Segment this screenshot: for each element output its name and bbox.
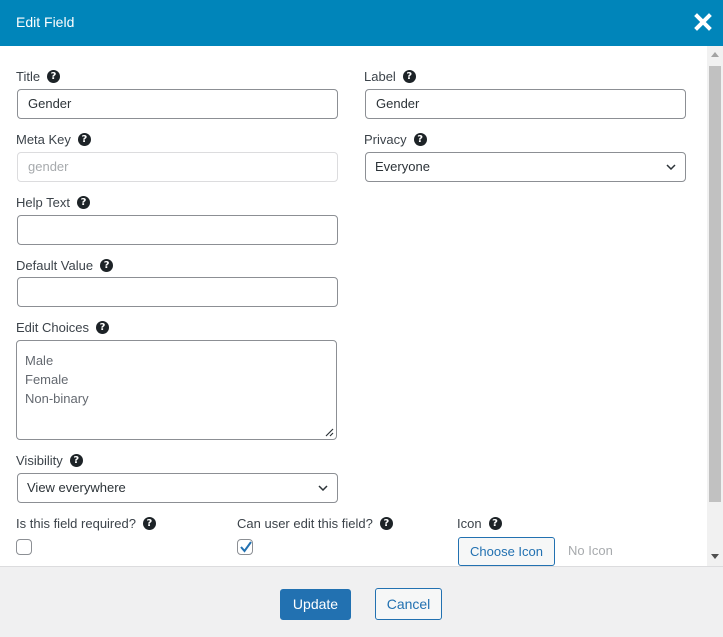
help-icon[interactable]: ? [69, 454, 83, 467]
help-icon[interactable]: ? [100, 259, 114, 272]
edit-choices-label: Edit Choices ? [16, 320, 109, 335]
meta-key-input: gender [17, 152, 338, 182]
choice-line: Male [25, 353, 54, 368]
default-value-label: Default Value ? [16, 258, 114, 273]
required-label-text: Is this field required? [16, 516, 136, 531]
dialog-header: Edit Field [0, 0, 723, 46]
dialog-body: Title ? Gender Label ? Gender Meta Key ?… [0, 46, 723, 566]
chevron-down-icon [318, 485, 328, 491]
help-text-label: Help Text ? [16, 195, 90, 210]
edit-field-dialog: Edit Field Title ? Gender Label ? Gender… [0, 0, 723, 637]
help-icon[interactable]: ? [413, 133, 427, 146]
scrollbar[interactable] [707, 46, 723, 566]
update-button[interactable]: Update [280, 589, 351, 620]
default-value-input[interactable] [17, 277, 338, 307]
visibility-label-text: Visibility [16, 453, 63, 468]
label-label-text: Label [364, 69, 396, 84]
icon-status: No Icon [568, 543, 613, 558]
title-label: Title ? [16, 69, 61, 84]
help-icon[interactable]: ? [379, 517, 393, 530]
icon-label-text: Icon [457, 516, 482, 531]
title-input[interactable]: Gender [17, 89, 338, 119]
visibility-label: Visibility ? [16, 453, 83, 468]
choose-icon-button[interactable]: Choose Icon [458, 537, 555, 566]
dialog-title: Edit Field [16, 14, 75, 30]
cancel-button[interactable]: Cancel [375, 588, 442, 620]
user-editable-label: Can user edit this field? ? [237, 516, 393, 531]
choice-line: Non-binary [25, 391, 89, 406]
meta-key-label-text: Meta Key [16, 132, 71, 147]
title-label-text: Title [16, 69, 41, 84]
meta-key-label: Meta Key ? [16, 132, 91, 147]
default-value-label-text: Default Value [16, 258, 94, 273]
scroll-up-arrow-icon[interactable] [711, 52, 719, 57]
help-icon[interactable]: ? [95, 321, 109, 334]
visibility-select[interactable]: View everywhere [17, 473, 338, 503]
checkmark-icon [240, 541, 252, 553]
choice-line: Female [25, 372, 69, 387]
help-text-input[interactable] [17, 215, 338, 245]
required-label: Is this field required? ? [16, 516, 156, 531]
label-label: Label ? [364, 69, 416, 84]
dialog-footer: Update Cancel [0, 566, 723, 637]
help-icon[interactable]: ? [488, 517, 502, 530]
help-icon[interactable]: ? [76, 196, 90, 209]
help-icon[interactable]: ? [77, 133, 91, 146]
help-icon[interactable]: ? [142, 517, 156, 530]
user-editable-checkbox[interactable] [237, 539, 253, 555]
privacy-label: Privacy ? [364, 132, 427, 147]
close-icon[interactable] [694, 12, 712, 32]
resize-handle-icon[interactable] [325, 428, 334, 437]
chevron-down-icon [666, 164, 676, 170]
required-checkbox[interactable] [16, 539, 32, 555]
privacy-select[interactable]: Everyone [365, 152, 686, 182]
edit-choices-label-text: Edit Choices [16, 320, 89, 335]
user-editable-label-text: Can user edit this field? [237, 516, 373, 531]
help-icon[interactable]: ? [402, 70, 416, 83]
icon-label: Icon ? [457, 516, 502, 531]
help-text-label-text: Help Text [16, 195, 70, 210]
edit-choices-textarea[interactable]: Male Female Non-binary [16, 340, 337, 440]
privacy-label-text: Privacy [364, 132, 407, 147]
visibility-selected-value: View everywhere [27, 480, 126, 495]
privacy-selected-value: Everyone [375, 159, 430, 174]
label-input[interactable]: Gender [365, 89, 686, 119]
help-icon[interactable]: ? [47, 70, 61, 83]
scrollbar-thumb[interactable] [709, 66, 721, 502]
scroll-down-arrow-icon[interactable] [711, 554, 719, 559]
